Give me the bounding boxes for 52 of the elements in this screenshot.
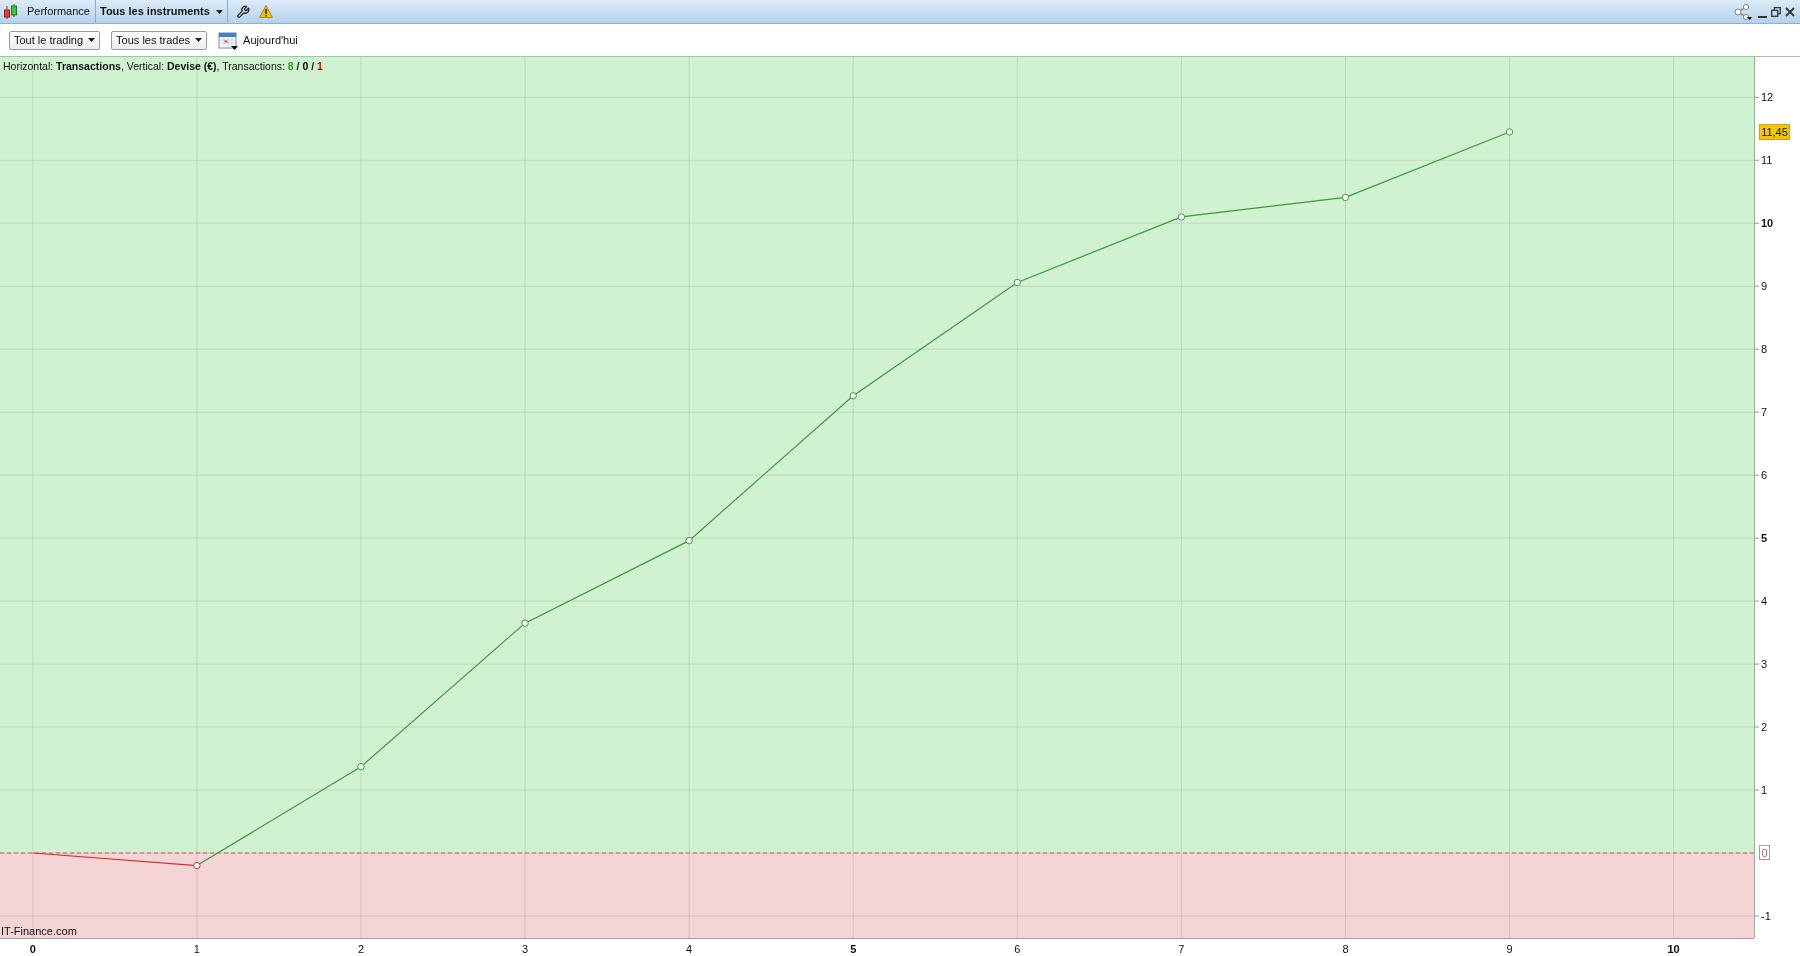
data-point-marker <box>685 536 693 545</box>
y-axis-tick-label: 0 <box>1759 845 1770 860</box>
y-axis-tick-label: 9 <box>1761 280 1768 293</box>
x-axis-tick-label: 5 <box>850 943 857 955</box>
x-axis-tick-label: 0 <box>29 943 36 955</box>
y-axis-tick-label: 6 <box>1761 469 1768 482</box>
y-axis-tick-label: 12 <box>1761 91 1774 104</box>
data-point-marker <box>193 861 201 870</box>
window-title: Performance <box>27 4 90 20</box>
share-icon[interactable] <box>1734 3 1752 20</box>
warning-icon[interactable] <box>258 5 273 18</box>
data-point-marker <box>1177 213 1186 221</box>
data-point-marker <box>357 763 365 771</box>
close-icon[interactable] <box>1785 6 1795 17</box>
x-axis-tick-label: 1 <box>193 943 200 955</box>
calendar-icon[interactable] <box>218 30 239 50</box>
y-axis-tick-label: 8 <box>1761 343 1768 356</box>
instrument-dropdown[interactable]: Tous les instruments <box>96 0 227 23</box>
y-axis-tick-label: 1 <box>1761 784 1768 796</box>
data-point-marker <box>1341 193 1350 202</box>
x-axis-tick-label: 9 <box>1506 943 1513 955</box>
caret-icon <box>215 9 223 14</box>
caret-icon <box>88 38 96 42</box>
x-axis-tick-label: 3 <box>522 943 529 955</box>
y-axis-tick-label: 2 <box>1761 721 1768 734</box>
y-axis-tick-label: 7 <box>1761 406 1768 419</box>
x-axis-tick-label: 7 <box>1178 943 1185 955</box>
candlestick-icon <box>3 3 19 20</box>
date-label: Aujourd'hui <box>243 32 298 48</box>
data-point-marker <box>849 392 857 400</box>
y-axis-tick-label: -1 <box>1761 909 1771 922</box>
x-axis-tick-label: 10 <box>1667 943 1680 955</box>
credit-text: IT-Finance.com <box>1 924 77 939</box>
chart-caption: Horizontal: Transactions, Vertical: Devise (€), Transactions: 8 / 0 / 1 <box>3 59 323 74</box>
filter-dropdown[interactable]: Tous les trades <box>111 30 208 50</box>
data-point-marker <box>521 619 529 627</box>
y-axis-tick-label: 3 <box>1761 658 1768 671</box>
y-axis-tick-label: 4 <box>1761 595 1768 608</box>
y-axis-tick-label: 11 <box>1761 154 1773 167</box>
restore-icon[interactable] <box>1771 6 1781 17</box>
x-axis-tick-label: 6 <box>1014 943 1021 955</box>
x-axis-tick-label: 2 <box>357 943 365 955</box>
data-point-marker <box>1505 128 1514 136</box>
caret-icon <box>195 38 203 42</box>
y-axis-tick-label: 10 <box>1761 217 1774 230</box>
data-point-marker <box>1013 278 1021 287</box>
filter-dropdown[interactable]: Tout le trading <box>9 30 101 50</box>
last-value-label: 11,45 <box>1759 123 1790 140</box>
x-axis-tick-label: 4 <box>686 943 693 955</box>
y-axis-tick-label: 5 <box>1761 532 1768 545</box>
x-axis-tick-label: 8 <box>1342 943 1349 955</box>
wrench-icon[interactable] <box>235 4 250 19</box>
